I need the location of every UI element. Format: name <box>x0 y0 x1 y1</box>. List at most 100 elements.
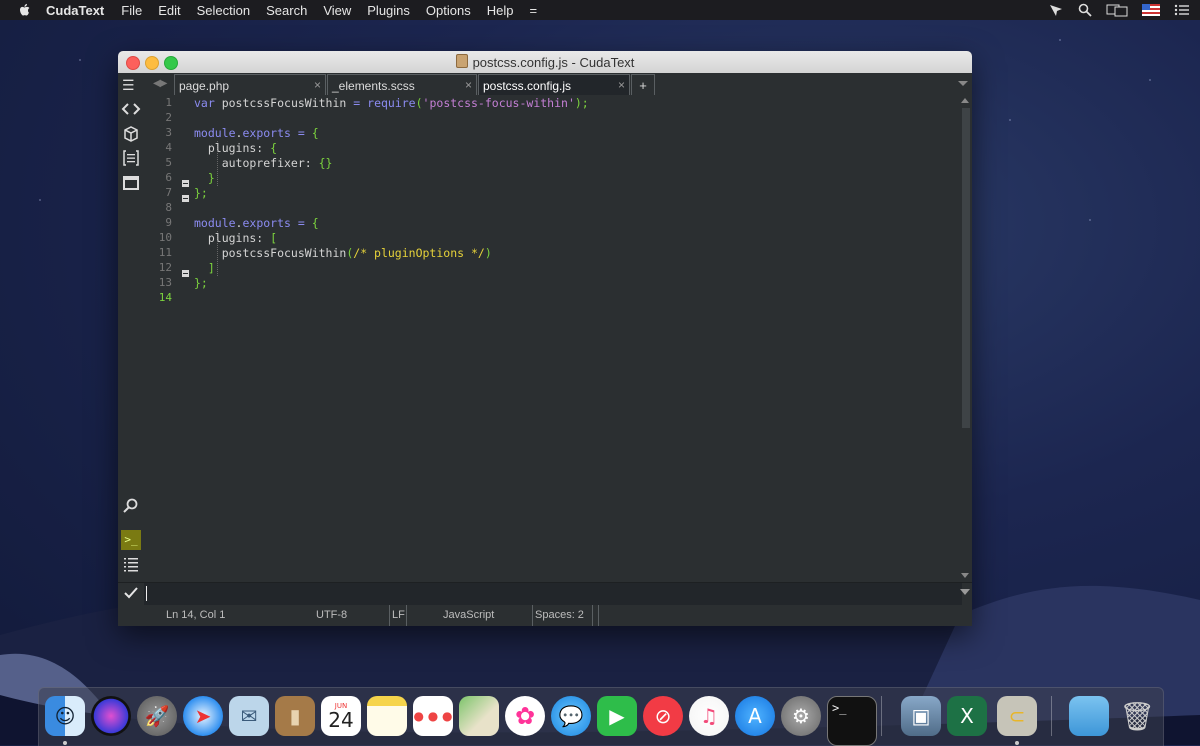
code-tree-icon[interactable] <box>121 99 141 119</box>
tab-page-php[interactable]: page.php × <box>174 74 326 95</box>
console-input[interactable] <box>144 583 962 606</box>
finder-icon[interactable]: ☺ <box>45 696 85 736</box>
status-line-ending[interactable]: LF <box>392 609 405 621</box>
preview-icon[interactable]: ▣ <box>901 696 941 736</box>
menu-search[interactable]: Search <box>266 3 307 18</box>
dock-separator <box>1051 696 1052 736</box>
output-icon[interactable] <box>121 555 141 575</box>
calendar-icon[interactable]: JUN 24 <box>321 696 361 736</box>
siri-icon[interactable] <box>91 696 131 736</box>
snippets-icon[interactable] <box>121 148 141 168</box>
line-number: 6 <box>165 171 172 184</box>
code-line-12: ] <box>207 261 215 275</box>
us-flag-icon[interactable] <box>1142 4 1160 16</box>
dock-separator <box>881 696 882 736</box>
fold-toggle-icon[interactable] <box>182 270 189 277</box>
tab-postcss-config-js[interactable]: postcss.config.js × <box>478 74 630 95</box>
excel-icon[interactable]: X <box>947 696 987 736</box>
music-icon[interactable]: ♫ <box>689 696 729 736</box>
line-number: 1 <box>165 96 172 109</box>
menu-extra[interactable]: = <box>529 3 537 18</box>
menu-plugins[interactable]: Plugins <box>367 3 410 18</box>
menu-bar: CudaText File Edit Selection Search View… <box>0 0 1200 20</box>
new-tab-button[interactable]: + <box>631 74 655 95</box>
code-line-10: plugins: [ <box>194 231 278 245</box>
maps-icon[interactable] <box>459 696 499 736</box>
cudatext-icon[interactable]: ⊂ <box>997 696 1037 736</box>
reminders-icon[interactable]: ● ● ● <box>413 696 453 736</box>
title-bar[interactable]: postcss.config.js - CudaText <box>118 51 972 73</box>
contacts-icon[interactable]: ▮ <box>275 696 315 736</box>
safari-icon[interactable]: ➤ <box>183 696 223 736</box>
code-line-6: } <box>207 171 215 185</box>
window-title-text: postcss.config.js - CudaText <box>472 55 635 70</box>
menu-help[interactable]: Help <box>487 3 514 18</box>
line-number: 2 <box>165 111 172 124</box>
menu-extras <box>1048 0 1190 20</box>
code-editor[interactable]: var postcssFocusWithin = require('postcs… <box>192 96 959 582</box>
scroll-down-icon[interactable] <box>961 573 969 578</box>
menu-view[interactable]: View <box>323 3 351 18</box>
mail-icon[interactable]: ✉ <box>229 696 269 736</box>
code-line-1: var postcssFocusWithin = require('postcs… <box>194 96 589 110</box>
running-indicator <box>1015 741 1019 745</box>
status-lexer[interactable]: JavaScript <box>443 609 494 621</box>
menu-edit[interactable]: Edit <box>158 3 180 18</box>
trash-icon[interactable]: 🗑 <box>1117 696 1157 736</box>
fold-toggle-icon[interactable] <box>182 195 189 202</box>
status-divider <box>406 605 407 626</box>
console-icon[interactable]: >_ <box>121 530 141 550</box>
tab-close-icon[interactable]: × <box>314 78 321 92</box>
code-line-13: }; <box>194 276 208 290</box>
menu-options[interactable]: Options <box>426 3 471 18</box>
menu-file[interactable]: File <box>121 3 142 18</box>
photos-icon[interactable]: ✿ <box>505 696 545 736</box>
messages-icon[interactable]: 💬 <box>551 696 591 736</box>
launchpad-icon[interactable]: 🚀 <box>137 696 177 736</box>
notes-icon[interactable] <box>367 696 407 736</box>
tab-label: postcss.config.js <box>483 79 572 93</box>
status-divider <box>592 605 593 626</box>
tab-label: _elements.scss <box>332 79 415 93</box>
status-encoding[interactable]: UTF-8 <box>316 609 347 621</box>
notification-center-icon[interactable] <box>1174 3 1190 17</box>
fold-toggle-icon[interactable] <box>182 180 189 187</box>
code-line-3: module.exports = { <box>194 126 319 140</box>
app-store-icon[interactable]: A <box>735 696 775 736</box>
news-icon[interactable]: ⊘ <box>643 696 683 736</box>
system-preferences-icon[interactable]: ⚙ <box>781 696 821 736</box>
line-number: 10 <box>158 231 172 244</box>
terminal-icon[interactable]: >_ <box>827 696 877 746</box>
display-icon[interactable] <box>1106 3 1128 17</box>
app-menu[interactable]: CudaText <box>46 3 104 18</box>
scroll-up-icon[interactable] <box>961 98 969 103</box>
airplay-icon[interactable] <box>1048 3 1064 17</box>
run-check-icon[interactable] <box>123 585 139 601</box>
scrollbar-thumb[interactable] <box>962 108 970 428</box>
tab-list-dropdown-icon[interactable] <box>958 81 968 86</box>
facetime-icon[interactable]: ▶ <box>597 696 637 736</box>
tab-elements-scss[interactable]: _elements.scss × <box>327 74 477 95</box>
spotlight-icon[interactable] <box>1078 3 1092 17</box>
line-number: 12 <box>158 261 172 274</box>
apple-menu-icon[interactable] <box>18 3 32 17</box>
console-history-dropdown-icon[interactable] <box>960 589 970 595</box>
tab-nav-arrows-icon[interactable]: ◀▶ <box>153 78 167 89</box>
menu-selection[interactable]: Selection <box>197 3 250 18</box>
line-number-gutter: 1 2 3 4 5 6 7 8 9 10 11 12 13 14 <box>144 96 192 582</box>
sidebar-toggle-icon[interactable]: ☰ <box>122 77 135 94</box>
code-line-4: plugins: { <box>194 141 278 155</box>
tab-close-icon[interactable]: × <box>465 78 472 92</box>
status-position[interactable]: Ln 14, Col 1 <box>166 609 225 621</box>
tab-close-icon[interactable]: × <box>618 78 625 92</box>
calendar-day: 24 <box>328 707 354 732</box>
status-indent[interactable]: Spaces: 2 <box>535 609 584 621</box>
project-icon[interactable] <box>121 124 141 144</box>
downloads-folder-icon[interactable] <box>1069 696 1109 736</box>
tabs-panel-icon[interactable] <box>121 173 141 193</box>
code-line-5: autoprefixer: {} <box>194 156 333 170</box>
line-number: 11 <box>158 246 172 259</box>
vertical-scrollbar[interactable] <box>959 96 972 582</box>
text-cursor <box>146 586 147 601</box>
search-icon[interactable] <box>121 496 141 516</box>
